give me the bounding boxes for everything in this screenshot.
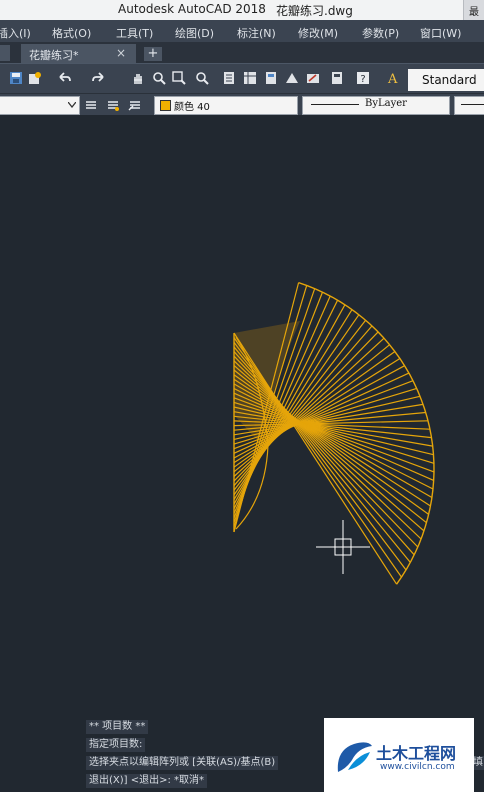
watermark-url: www.civilcn.com [380, 762, 455, 772]
properties-toolbar: 颜色 40 ByLayer [0, 93, 484, 116]
menu-draw[interactable]: 绘图(D) [175, 25, 214, 41]
svg-text:?: ? [360, 74, 365, 85]
command-history-line: 选择夹点以编辑阵列或 [关联(AS)/基点(B) [86, 756, 279, 770]
menu-parameter[interactable]: 参数(P) [362, 25, 399, 41]
command-history-line: 指定项目数: [86, 738, 146, 752]
zoom-window-icon[interactable] [172, 71, 186, 85]
text-style-icon[interactable]: A [386, 71, 400, 85]
save-icon[interactable] [9, 71, 23, 85]
color-swatch [160, 100, 171, 111]
match-layer-icon[interactable] [106, 98, 120, 112]
publish-icon[interactable] [28, 71, 42, 85]
close-icon[interactable]: × [116, 46, 126, 60]
markup-icon[interactable] [306, 71, 320, 85]
watermark-brand: 土木工程网 [376, 744, 457, 763]
previous-layer-icon[interactable] [128, 98, 142, 112]
zoom-previous-icon[interactable] [195, 71, 209, 85]
drawing-canvas[interactable] [0, 115, 484, 792]
color-value: 颜色 40 [174, 102, 210, 113]
command-history-line: ** 项目数 ** [86, 720, 149, 734]
properties-icon[interactable] [222, 71, 236, 85]
menu-bar: 插入(I) 格式(O) 工具(T) 绘图(D) 标注(N) 修改(M) 参数(P… [0, 20, 484, 42]
design-center-icon[interactable] [243, 71, 257, 85]
menu-modify[interactable]: 修改(M) [298, 25, 338, 41]
color-dropdown[interactable]: 颜色 40 [154, 96, 298, 115]
crosshair-cursor [316, 520, 370, 574]
menu-format[interactable]: 格式(O) [52, 25, 91, 41]
file-title: 花瓣练习.dwg [276, 4, 353, 18]
linetype-value: ByLayer [365, 98, 407, 109]
text-style-value: Standard [422, 73, 477, 87]
watermark: 土木工程网 www.civilcn.com [324, 718, 474, 792]
chevron-down-icon [68, 102, 76, 108]
linetype-dropdown[interactable]: ByLayer [302, 96, 450, 115]
menu-dimension[interactable]: 标注(N) [237, 25, 276, 41]
make-current-layer-icon[interactable] [84, 98, 98, 112]
title-bar: Autodesk AutoCAD 2018 花瓣练习.dwg 最 [0, 0, 484, 20]
help-icon[interactable]: ? [356, 71, 370, 85]
pan-hand-icon[interactable] [131, 71, 145, 85]
maximize-button[interactable]: 最 [463, 0, 484, 20]
linetype-sample [311, 104, 359, 105]
menu-window[interactable]: 窗口(W) [420, 25, 461, 41]
drawing-area[interactable] [0, 115, 484, 792]
svg-text:A: A [387, 72, 398, 85]
start-menu-button[interactable] [0, 45, 10, 61]
standard-toolbar: ? A Standard [0, 63, 484, 94]
layer-dropdown[interactable] [0, 96, 80, 115]
calculator-icon[interactable] [330, 71, 344, 85]
redo-icon[interactable] [92, 71, 106, 85]
menu-tools[interactable]: 工具(T) [116, 25, 153, 41]
civilcn-logo-icon [337, 742, 372, 772]
text-style-dropdown[interactable]: Standard [408, 69, 484, 91]
sheet-set-icon[interactable] [285, 71, 299, 85]
lineweight-dropdown[interactable] [454, 96, 484, 115]
tool-palettes-icon[interactable] [264, 71, 278, 85]
tab-drawing[interactable]: 花瓣练习* × [21, 44, 136, 63]
zoom-realtime-icon[interactable] [152, 71, 166, 85]
app-title: Autodesk AutoCAD 2018 [118, 2, 266, 16]
document-tab-bar: 花瓣练习* × + [0, 42, 484, 63]
lineweight-sample [461, 104, 484, 105]
new-tab-button[interactable]: + [144, 47, 162, 61]
undo-icon[interactable] [57, 71, 71, 85]
command-history-line: 退出(X)] <退出>: *取消* [86, 774, 208, 788]
tab-label: 花瓣练习* [29, 49, 79, 62]
menu-insert[interactable]: 插入(I) [0, 25, 31, 41]
